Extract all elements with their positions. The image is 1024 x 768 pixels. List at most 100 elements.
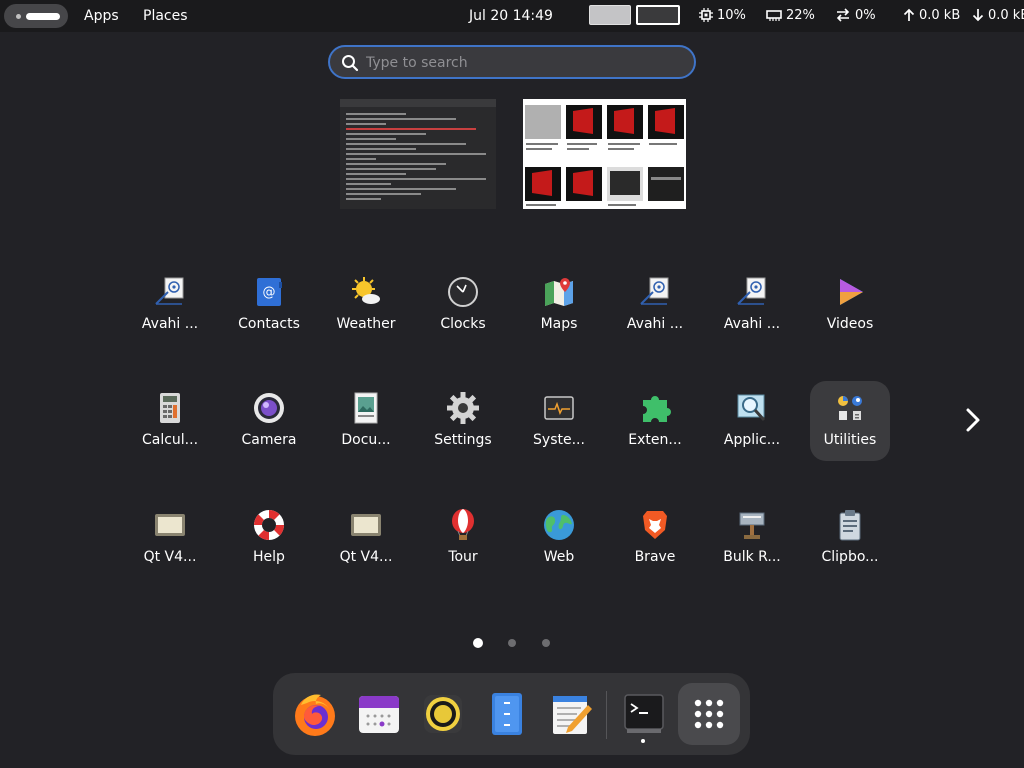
app-help[interactable]: Help bbox=[229, 498, 309, 578]
app-label: Qt V4... bbox=[339, 549, 393, 565]
dock-calendar[interactable] bbox=[348, 683, 410, 745]
workspace-thumbnail-browser[interactable] bbox=[523, 99, 686, 209]
app-label: Settings bbox=[434, 432, 492, 448]
app-qt-v4l2-1[interactable]: Qt V4... bbox=[130, 498, 210, 578]
app-settings[interactable]: Settings bbox=[423, 381, 503, 461]
activities-button[interactable] bbox=[4, 4, 68, 28]
avahi-icon bbox=[737, 277, 766, 305]
app-label: Web bbox=[543, 549, 575, 565]
net-download-status[interactable]: 0.0 kB bbox=[972, 0, 1024, 32]
page-dot-2[interactable] bbox=[508, 639, 516, 647]
avahi-icon bbox=[155, 277, 184, 305]
chevron-right-icon[interactable] bbox=[962, 406, 986, 434]
show-apps-grid-icon bbox=[694, 699, 724, 729]
dock-rhythmbox[interactable] bbox=[412, 683, 474, 745]
app-avahi-3[interactable]: Avahi ... bbox=[712, 265, 792, 345]
svg-text:@: @ bbox=[263, 285, 276, 300]
maps-icon bbox=[545, 278, 573, 306]
workspace-indicator-2[interactable] bbox=[636, 5, 680, 25]
dash bbox=[273, 673, 750, 755]
net-upload-status[interactable]: 0.0 kB bbox=[903, 0, 960, 32]
avahi-icon bbox=[640, 277, 669, 305]
app-weather[interactable]: Weather bbox=[326, 265, 406, 345]
dock-terminal[interactable] bbox=[613, 683, 675, 745]
calculator-icon bbox=[160, 393, 180, 423]
app-brave[interactable]: Brave bbox=[615, 498, 695, 578]
net-upload-value: 0.0 kB bbox=[919, 8, 961, 23]
files-icon bbox=[492, 693, 522, 735]
bulk-rename-icon bbox=[739, 512, 765, 539]
app-system-monitor[interactable]: Syste... bbox=[519, 381, 599, 461]
swap-status[interactable]: 0% bbox=[835, 0, 876, 32]
swap-arrows-icon bbox=[836, 8, 850, 22]
app-label: Avahi ... bbox=[141, 316, 199, 332]
app-label: Maps bbox=[540, 316, 578, 332]
download-arrow-icon bbox=[972, 9, 984, 22]
app-clocks[interactable]: Clocks bbox=[423, 265, 503, 345]
app-maps[interactable]: Maps bbox=[519, 265, 599, 345]
app-application-finder[interactable]: Applic... bbox=[712, 381, 792, 461]
brave-lion-icon bbox=[643, 511, 667, 539]
app-document-viewer[interactable]: Docu... bbox=[326, 381, 406, 461]
upload-arrow-icon bbox=[903, 8, 915, 21]
app-label: Tour bbox=[448, 549, 478, 565]
app-label: Syste... bbox=[533, 432, 585, 448]
app-folder-utilities[interactable]: Utilities bbox=[810, 381, 890, 461]
clock[interactable]: Jul 20 14:49 bbox=[469, 0, 553, 32]
search-box[interactable] bbox=[328, 45, 696, 79]
app-camera[interactable]: Camera bbox=[229, 381, 309, 461]
app-label: Utilities bbox=[823, 432, 877, 448]
weather-icon bbox=[352, 277, 380, 304]
rhythmbox-icon bbox=[424, 695, 462, 733]
workspace-dot-icon bbox=[16, 14, 21, 19]
search-input[interactable] bbox=[366, 52, 666, 74]
app-extensions[interactable]: Exten... bbox=[615, 381, 695, 461]
help-lifebuoy-icon bbox=[254, 510, 284, 540]
settings-gear-icon bbox=[447, 392, 479, 424]
app-calculator[interactable]: Calcul... bbox=[130, 381, 210, 461]
app-avahi-1[interactable]: Avahi ... bbox=[130, 265, 210, 345]
browser-window-preview bbox=[525, 105, 684, 206]
app-tour[interactable]: Tour bbox=[423, 498, 503, 578]
places-menu[interactable]: Places bbox=[143, 0, 188, 32]
cpu-status[interactable]: 10% bbox=[699, 0, 746, 32]
app-label: Contacts bbox=[238, 316, 300, 332]
swap-value: 0% bbox=[855, 8, 876, 23]
app-qt-v4l2-2[interactable]: Qt V4... bbox=[326, 498, 406, 578]
app-web[interactable]: Web bbox=[519, 498, 599, 578]
apps-menu[interactable]: Apps bbox=[84, 0, 119, 32]
page-dot-3[interactable] bbox=[542, 639, 550, 647]
app-clipboard[interactable]: Clipbo... bbox=[810, 498, 890, 578]
running-indicator bbox=[641, 739, 645, 743]
text-editor-icon bbox=[553, 696, 592, 734]
system-monitor-icon bbox=[544, 396, 574, 420]
app-contacts[interactable]: @ Contacts bbox=[229, 265, 309, 345]
dock-show-apps[interactable] bbox=[678, 683, 740, 745]
qt-v4l2-icon bbox=[155, 514, 185, 536]
app-label: Bulk R... bbox=[723, 549, 781, 565]
tour-balloon-icon bbox=[452, 509, 474, 540]
app-avahi-2[interactable]: Avahi ... bbox=[615, 265, 695, 345]
terminal-window-preview bbox=[340, 99, 496, 200]
document-viewer-icon bbox=[354, 392, 378, 424]
app-bulk-rename[interactable]: Bulk R... bbox=[712, 498, 792, 578]
memory-status[interactable]: 22% bbox=[766, 0, 815, 32]
dock-firefox[interactable] bbox=[284, 683, 346, 745]
dock-files[interactable] bbox=[476, 683, 538, 745]
workspace-indicator-1[interactable] bbox=[589, 5, 631, 25]
app-label: Docu... bbox=[341, 432, 391, 448]
page-dot-1[interactable] bbox=[473, 638, 483, 648]
app-label: Videos bbox=[826, 316, 874, 332]
firefox-icon bbox=[295, 694, 335, 736]
app-label: Exten... bbox=[628, 432, 682, 448]
cpu-value: 10% bbox=[717, 8, 746, 23]
dock-text-editor[interactable] bbox=[540, 683, 602, 745]
workspace-thumbnail-terminal[interactable] bbox=[340, 99, 496, 209]
app-label: Clocks bbox=[440, 316, 486, 332]
utilities-folder-icon bbox=[838, 396, 862, 420]
camera-icon bbox=[254, 393, 284, 423]
app-label: Avahi ... bbox=[626, 316, 684, 332]
app-label: Brave bbox=[634, 549, 676, 565]
app-videos[interactable]: Videos bbox=[810, 265, 890, 345]
videos-icon bbox=[840, 279, 863, 305]
